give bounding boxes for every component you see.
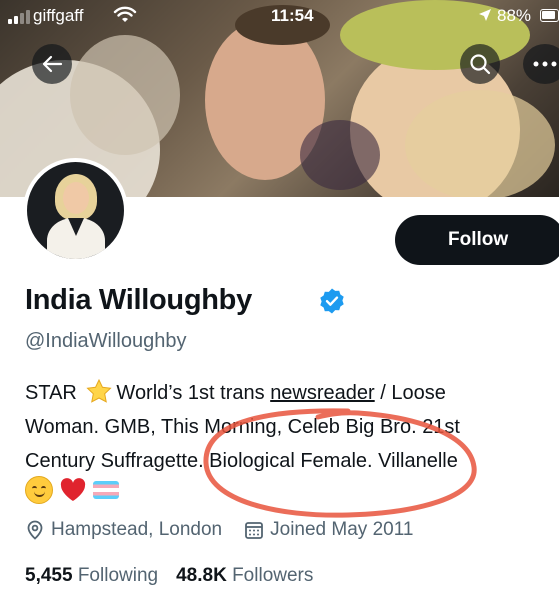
location-pin-icon <box>27 520 43 540</box>
wifi-icon <box>113 6 137 22</box>
verified-badge-icon[interactable] <box>318 287 346 315</box>
bio-text: World’s 1st trans <box>116 382 271 404</box>
location-item: Hampstead, London <box>25 519 222 541</box>
carrier-label: giffgaff <box>33 6 84 25</box>
smile-emoji-icon <box>25 476 53 504</box>
back-button[interactable] <box>32 44 72 84</box>
joined-text: Joined May 2011 <box>270 519 414 540</box>
bio-text-underlined: newsreader <box>270 382 375 404</box>
location-arrow-icon <box>479 9 491 21</box>
battery-icon <box>540 9 559 22</box>
followers-link[interactable]: 48.8K Followers <box>176 565 313 587</box>
back-arrow-icon <box>42 55 63 73</box>
profile-handle: @IndiaWilloughby <box>25 330 187 352</box>
joined-item: Joined May 2011 <box>244 519 413 541</box>
profile-name: India Willoughby <box>25 284 252 316</box>
profile-meta: Hampstead, London Joined May 2011 <box>25 519 435 541</box>
search-button[interactable] <box>460 44 500 84</box>
more-icon <box>533 61 557 67</box>
avatar[interactable] <box>23 158 128 263</box>
follow-button[interactable]: Follow <box>395 215 559 265</box>
star-emoji-icon <box>86 379 113 403</box>
calendar-icon <box>245 522 264 539</box>
status-bar: giffgaff 11:54 88% <box>0 0 559 34</box>
bio-text: / Loose <box>374 382 446 404</box>
following-label: Following <box>77 565 159 586</box>
search-icon <box>470 54 491 75</box>
trans-flag-emoji-icon <box>93 481 119 499</box>
location-text: Hampstead, London <box>51 519 223 540</box>
bio-line-3: Century Suffragette. Biological Female. … <box>25 450 458 472</box>
clock: 11:54 <box>271 6 314 25</box>
following-count: 5,455 <box>25 565 73 586</box>
follow-stats: 5,455 Following 48.8K Followers <box>25 565 313 587</box>
following-link[interactable]: 5,455 Following <box>25 565 158 587</box>
followers-label: Followers <box>232 565 314 586</box>
more-options-button[interactable] <box>523 44 559 84</box>
bio-emoji-row <box>25 476 119 504</box>
profile-bio: STAR World’s 1st trans newsreader / Loos… <box>25 376 550 478</box>
bio-line-1: STAR World’s 1st trans newsreader / Loos… <box>25 376 550 410</box>
bio-line-2: Woman. GMB, This Morning, Celeb Big Bro.… <box>25 416 460 438</box>
followers-count: 48.8K <box>176 565 227 586</box>
signal-icon <box>8 10 30 24</box>
heart-emoji-icon <box>60 478 86 501</box>
bio-text: STAR <box>25 382 77 404</box>
battery-percent: 88% <box>497 6 532 25</box>
